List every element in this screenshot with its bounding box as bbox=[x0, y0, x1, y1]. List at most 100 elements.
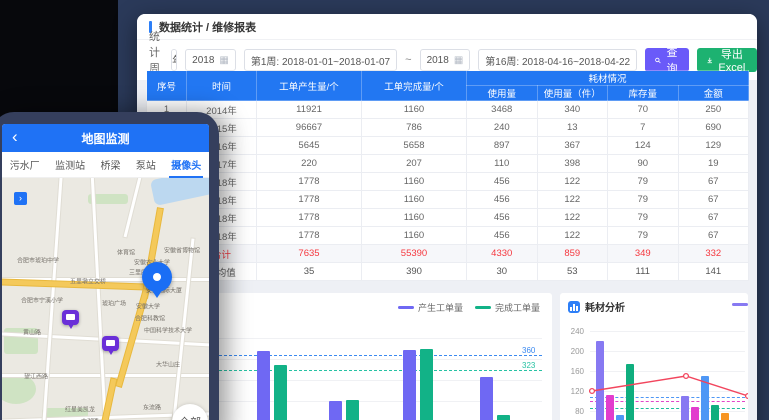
calendar-icon: ▦ bbox=[219, 55, 228, 66]
sub-col-header: 使用量 bbox=[467, 86, 538, 101]
gridline bbox=[590, 351, 745, 352]
map-poi-label: 合肥科教馆 bbox=[135, 314, 165, 323]
bar-金额[interactable] bbox=[721, 413, 729, 420]
phone-header: ‹ 地图监测 bbox=[2, 124, 209, 152]
table-row[interactable]: 12014年119211160346834070250 bbox=[147, 101, 749, 119]
table-cell: 1160 bbox=[362, 209, 467, 227]
camera-marker[interactable] bbox=[102, 336, 119, 351]
table-cell: 1160 bbox=[362, 101, 467, 119]
table-cell: 124 bbox=[608, 137, 679, 155]
bar-产生工单量[interactable] bbox=[329, 401, 342, 420]
year-from-select[interactable]: 2018 ▦ bbox=[185, 49, 236, 71]
reference-line bbox=[164, 370, 542, 371]
table-cell: 456 bbox=[467, 209, 538, 227]
phone-tab-监测站[interactable]: 监测站 bbox=[55, 151, 85, 178]
table-row[interactable]: 52018年177811604561227967 bbox=[147, 173, 749, 191]
bar-产生工单量[interactable] bbox=[403, 350, 416, 420]
breadcrumb: 数据统计 / 维修报表 bbox=[159, 19, 256, 35]
week-from-value: 第1周: 2018-01-01~2018-01-07 bbox=[251, 53, 390, 68]
map-poi-label: 中国科学技术大学 bbox=[144, 326, 192, 335]
col-header: 工单完成量/个 bbox=[362, 71, 467, 101]
table-cell: 67 bbox=[678, 209, 749, 227]
table-cell: 30 bbox=[467, 263, 538, 281]
selected-camera-pin[interactable] bbox=[142, 262, 172, 292]
bar-库存量[interactable] bbox=[616, 415, 624, 420]
bar-使用量[interactable] bbox=[681, 396, 689, 420]
bar-库存量[interactable] bbox=[701, 376, 709, 420]
table-cell: 79 bbox=[608, 191, 679, 209]
bar-完成工单量[interactable] bbox=[274, 365, 287, 420]
period-button-年[interactable]: 年 bbox=[172, 50, 177, 70]
sub-col-header: 金额 bbox=[678, 86, 749, 101]
table-cell: 897 bbox=[467, 137, 538, 155]
bar-使用量（件）[interactable] bbox=[691, 407, 699, 420]
table-cell: 90 bbox=[608, 155, 679, 173]
table-row[interactable]: 72018年177811604561227967 bbox=[147, 209, 749, 227]
phone-tab-泵站[interactable]: 泵站 bbox=[136, 151, 156, 178]
table-head: 序号时间工单产生量/个工单完成量/个耗材情况使用量使用量（件）库存量金额 bbox=[147, 71, 749, 101]
table-cell: 79 bbox=[608, 227, 679, 245]
report-table: 序号时间工单产生量/个工单完成量/个耗材情况使用量使用量（件）库存量金额1201… bbox=[146, 70, 749, 281]
table-row[interactable]: 32016年56455658897367124129 bbox=[147, 137, 749, 155]
year-from-value: 2018 bbox=[192, 55, 214, 66]
map-view[interactable]: 合肥市琥珀中学体育馆安徽农业大学安徽省博物馆三里庵五里墩立交桥合肥市宁溪小学琥珀… bbox=[2, 178, 209, 420]
phone-tab-污水厂[interactable]: 污水厂 bbox=[10, 151, 40, 178]
download-icon bbox=[707, 56, 713, 65]
table-cell: 390 bbox=[362, 263, 467, 281]
bar-采购量[interactable] bbox=[626, 364, 634, 420]
bar-使用量[interactable] bbox=[596, 341, 604, 420]
table-cell: 111 bbox=[608, 263, 679, 281]
y-axis-tick: 160 bbox=[564, 367, 584, 376]
map-expand-button[interactable]: › bbox=[14, 192, 27, 205]
sub-col-header: 库存量 bbox=[608, 86, 679, 101]
bar-完成工单量[interactable] bbox=[497, 415, 510, 420]
map-all-button[interactable]: 全部 bbox=[172, 404, 208, 420]
dashboard-panel: 数据统计 / 维修报表 统计周期: 年季月周日 2018 ▦ 第1周: 2018… bbox=[137, 14, 757, 420]
map-poi-label: 五里墩立交桥 bbox=[70, 277, 106, 286]
table-cell: 67 bbox=[678, 191, 749, 209]
week-from-input[interactable]: 第1周: 2018-01-01~2018-01-07 bbox=[244, 49, 397, 71]
bar-产生工单量[interactable] bbox=[257, 351, 270, 420]
col-header: 时间 bbox=[187, 71, 257, 101]
phone-tab-桥梁[interactable]: 桥梁 bbox=[100, 151, 120, 178]
table-cell: 207 bbox=[362, 155, 467, 173]
table-cell: 5645 bbox=[257, 137, 362, 155]
table-cell: 1778 bbox=[257, 227, 362, 245]
table-body: 12014年11921116034683407025022015年9666778… bbox=[147, 101, 749, 281]
table-cell: 1778 bbox=[257, 191, 362, 209]
bar-采购量[interactable] bbox=[711, 405, 719, 420]
map-poi-label: 安徽大学 bbox=[136, 302, 160, 311]
table-row[interactable]: 22015年96667786240137690 bbox=[147, 119, 749, 137]
table-cell: 11921 bbox=[257, 101, 362, 119]
query-button[interactable]: 查询 bbox=[645, 48, 689, 72]
table-average-row: 平均值353903053111141 bbox=[147, 263, 749, 281]
table-cell: 250 bbox=[678, 101, 749, 119]
table-row[interactable]: 42017年2202071103989019 bbox=[147, 155, 749, 173]
phone-tab-摄像头[interactable]: 摄像头 bbox=[171, 151, 201, 178]
year-to-select[interactable]: 2018 ▦ bbox=[420, 49, 471, 71]
bar-完成工单量[interactable] bbox=[420, 349, 433, 420]
table-cell: 690 bbox=[678, 119, 749, 137]
table-row[interactable]: 82018年177811604561227967 bbox=[147, 227, 749, 245]
week-to-input[interactable]: 第16周: 2018-04-16~2018-04-22 bbox=[478, 49, 637, 71]
table-row[interactable]: 62018年177811604561227967 bbox=[147, 191, 749, 209]
table-cell: 122 bbox=[537, 227, 608, 245]
table-head-row: 序号时间工单产生量/个工单完成量/个耗材情况 bbox=[147, 71, 749, 86]
bar-使用量（件）[interactable] bbox=[606, 395, 614, 420]
calendar-icon: ▦ bbox=[454, 55, 463, 66]
bar-完成工单量[interactable] bbox=[346, 400, 359, 420]
table-cell: 340 bbox=[537, 101, 608, 119]
table-cell: 7635 bbox=[257, 245, 362, 263]
bar-产生工单量[interactable] bbox=[480, 377, 493, 420]
search-icon bbox=[655, 56, 661, 65]
table-cell: 367 bbox=[537, 137, 608, 155]
map-river bbox=[150, 178, 209, 206]
camera-marker[interactable] bbox=[62, 310, 79, 325]
table-cell: 3468 bbox=[467, 101, 538, 119]
gridline bbox=[590, 391, 745, 392]
back-icon[interactable]: ‹ bbox=[12, 127, 18, 147]
table-cell: 96667 bbox=[257, 119, 362, 137]
consumables-chart-plot: 2402001601208040 bbox=[560, 293, 748, 420]
export-excel-button[interactable]: 导出Excel bbox=[697, 48, 757, 72]
phone-tab-bar: 污水厂监测站桥梁泵站摄像头 bbox=[2, 152, 209, 178]
